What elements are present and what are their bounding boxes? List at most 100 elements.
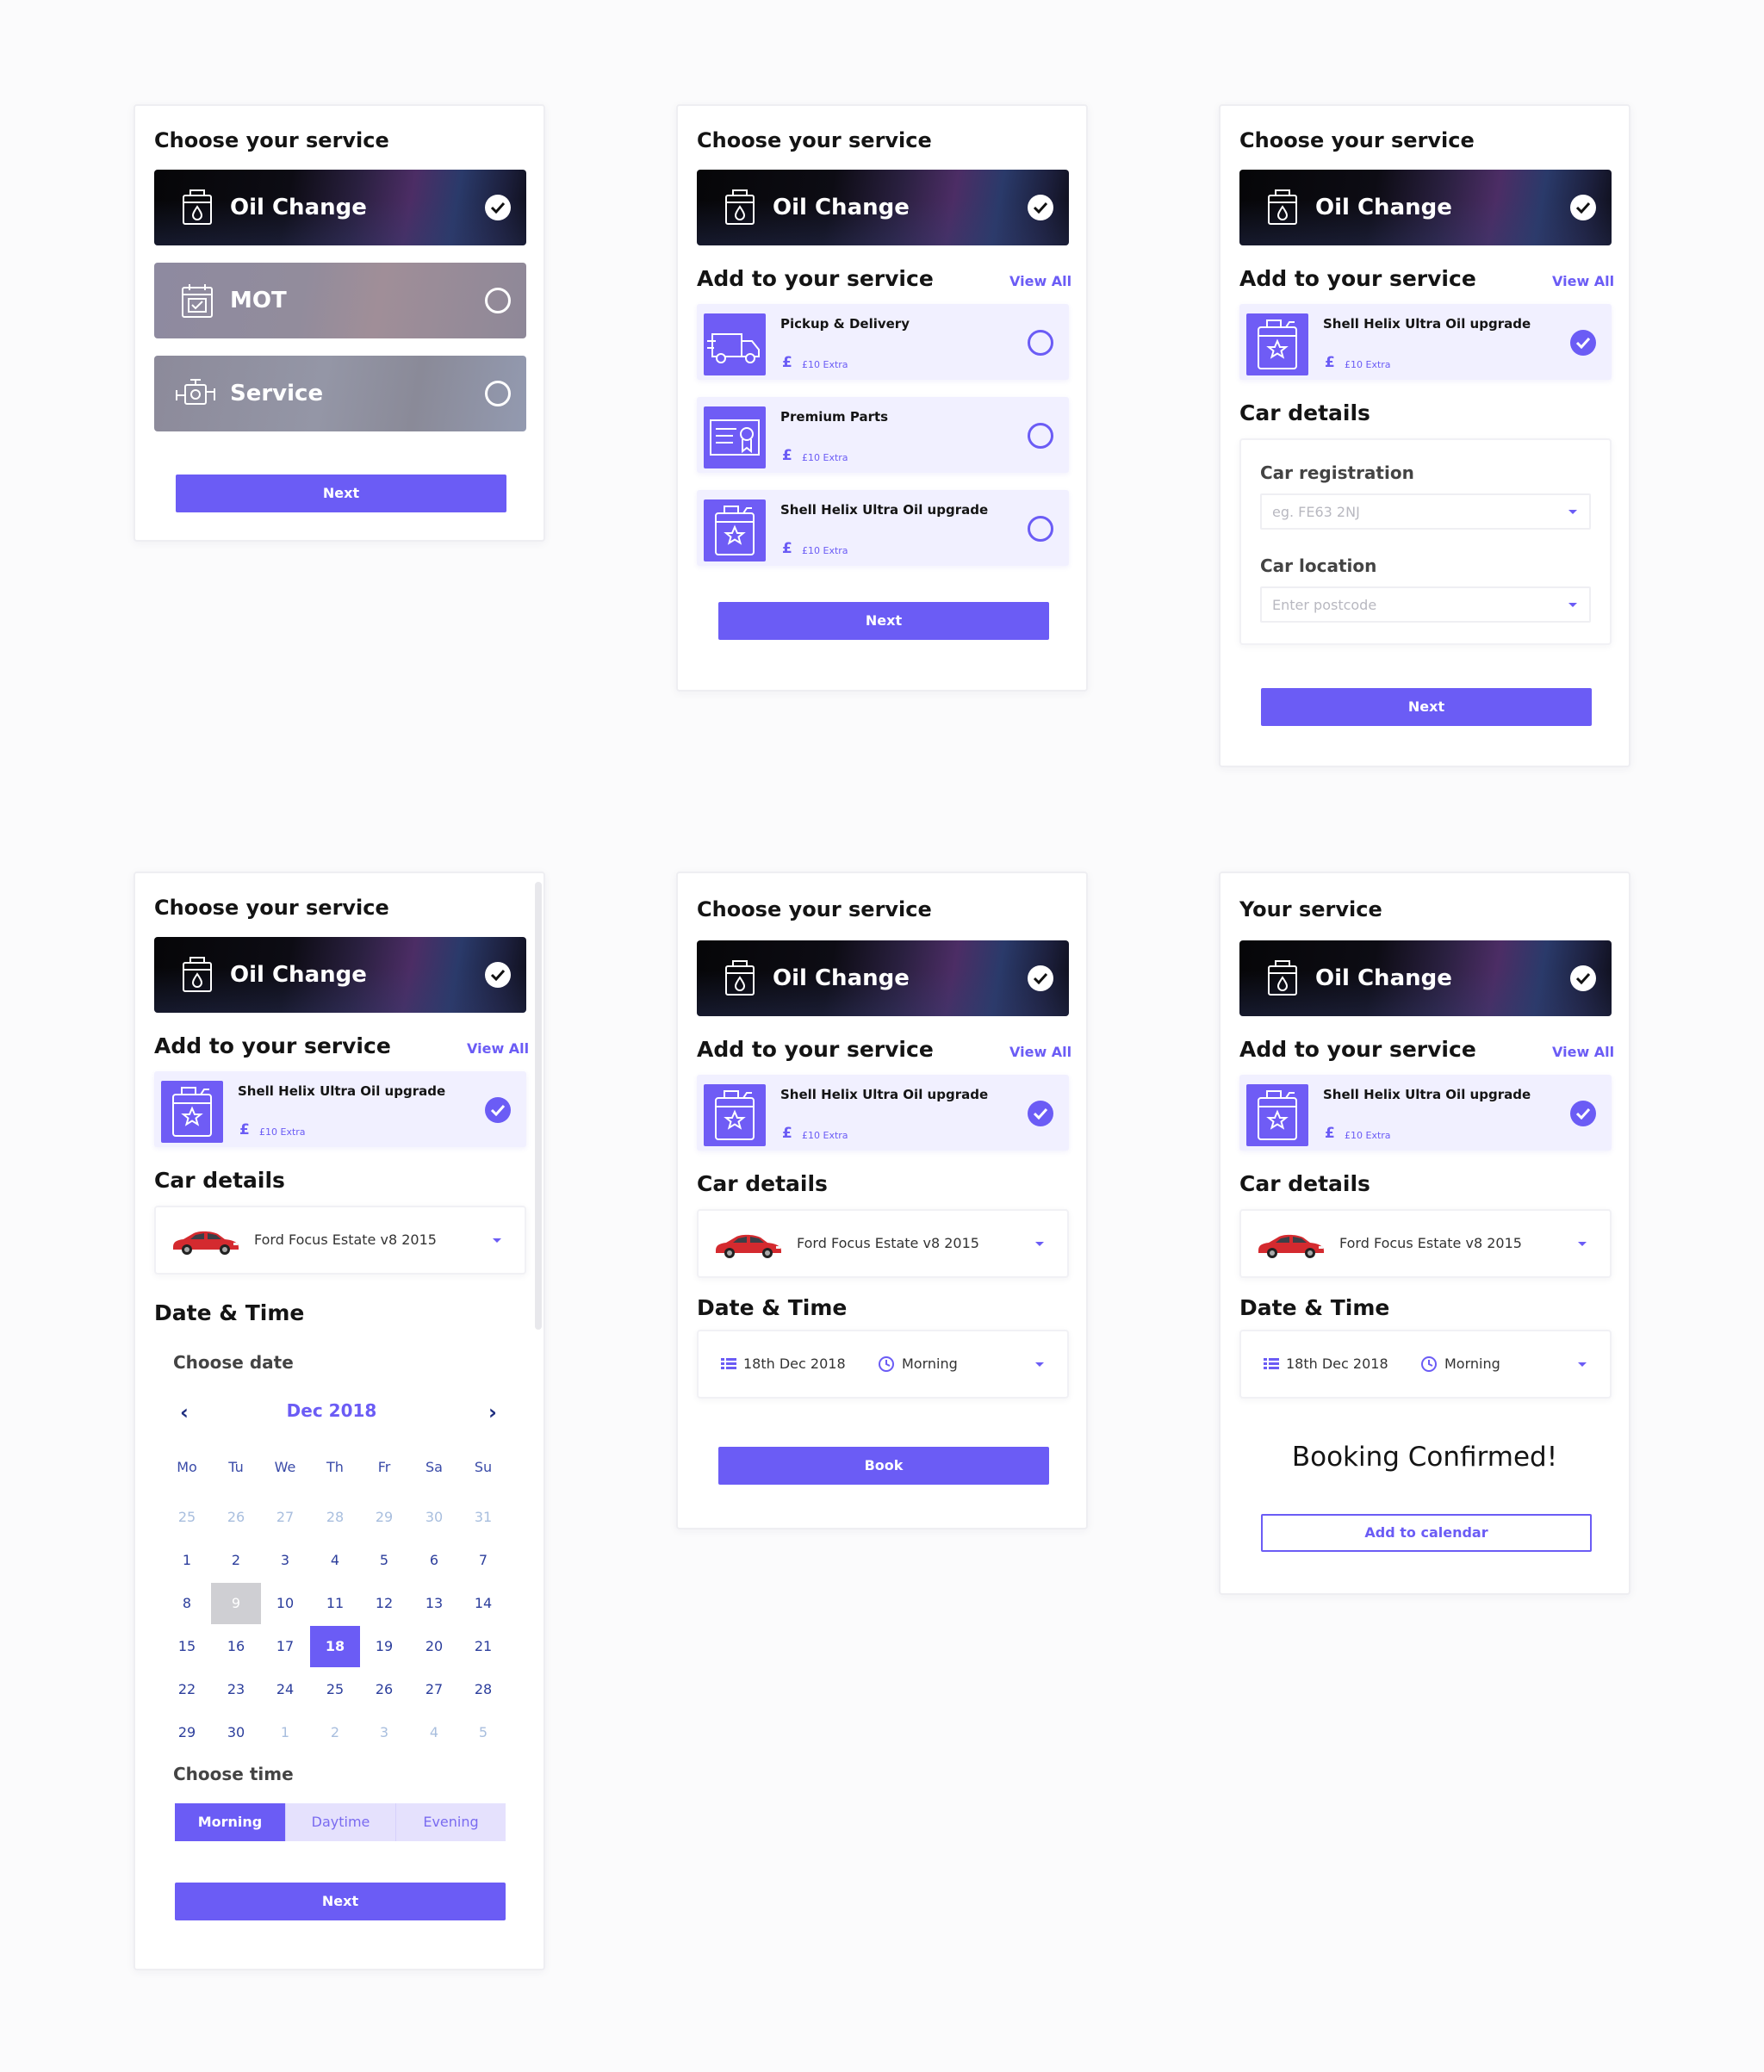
check-icon[interactable] — [1570, 330, 1596, 356]
calendar-day[interactable]: 3 — [268, 1540, 302, 1581]
addon-name: Shell Helix Ultra Oil upgrade — [780, 502, 989, 518]
chevron-left-icon[interactable]: ‹ — [180, 1400, 189, 1424]
calendar-day[interactable]: 30 — [219, 1712, 253, 1753]
calendar-day[interactable]: 14 — [466, 1583, 500, 1624]
oil-can-icon — [180, 189, 214, 226]
booking-confirmed-message: Booking Confirmed! — [1291, 1442, 1558, 1473]
service-option-oil-change[interactable]: Oil Change — [154, 170, 526, 245]
pound-icon: £ — [1325, 354, 1335, 371]
next-button[interactable]: Next — [175, 1883, 506, 1920]
calendar-day[interactable]: 29 — [170, 1712, 204, 1753]
check-icon[interactable] — [1028, 1101, 1053, 1126]
service-label: Service — [230, 381, 324, 406]
add-to-calendar-button[interactable]: Add to calendar — [1261, 1514, 1592, 1552]
card-title: Your service — [1239, 897, 1382, 921]
choose-date-label: Choose date — [173, 1352, 294, 1373]
addon-name: Shell Helix Ultra Oil upgrade — [238, 1083, 446, 1099]
section-title: Car details — [697, 1171, 828, 1196]
calendar-day[interactable]: 20 — [417, 1626, 451, 1667]
calendar-day[interactable]: 18 — [310, 1626, 360, 1667]
calendar-day[interactable]: 6 — [417, 1540, 451, 1581]
calendar-day[interactable]: 4 — [318, 1540, 352, 1581]
time-option-evening[interactable]: Evening — [395, 1803, 506, 1841]
calendar-day[interactable]: 21 — [466, 1626, 500, 1667]
calendar-day[interactable]: 11 — [318, 1583, 352, 1624]
car-name: Ford Focus Estate v8 2015 — [1339, 1235, 1522, 1251]
booking-date: 18th Dec 2018 — [1286, 1355, 1388, 1372]
card-title: Choose your service — [697, 128, 932, 152]
book-button[interactable]: Book — [718, 1447, 1049, 1485]
service-option-mot[interactable]: MOT — [154, 263, 526, 338]
next-button[interactable]: Next — [718, 602, 1049, 640]
service-step-card: Choose your service Oil Change MOT Servi… — [134, 104, 545, 542]
car-select[interactable]: Ford Focus Estate v8 2015 — [1239, 1209, 1612, 1278]
service-option-oil-change[interactable]: Oil Change — [154, 937, 526, 1013]
scrollbar[interactable] — [535, 882, 542, 1330]
check-icon — [1570, 965, 1596, 991]
next-button[interactable]: Next — [176, 475, 506, 512]
pound-icon: £ — [782, 447, 792, 464]
addon-shell-helix[interactable]: Shell Helix Ultra Oil upgrade £ £10 Extr… — [697, 1075, 1069, 1151]
booking-date: 18th Dec 2018 — [743, 1355, 846, 1372]
check-icon[interactable] — [485, 1097, 511, 1123]
calendar-day[interactable]: 25 — [318, 1669, 352, 1710]
service-label: Oil Change — [773, 195, 910, 220]
service-option-oil-change[interactable]: Oil Change — [697, 940, 1069, 1016]
chevron-right-icon[interactable]: › — [488, 1400, 497, 1424]
addon-shell-helix[interactable]: Shell Helix Ultra Oil upgrade £ £10 Extr… — [1239, 1075, 1612, 1151]
date-time-select[interactable]: 18th Dec 2018 Morning — [1239, 1330, 1612, 1399]
postcode-field[interactable]: Enter postcode — [1260, 586, 1591, 623]
calendar-day[interactable]: 27 — [417, 1669, 451, 1710]
calendar-day[interactable]: 10 — [268, 1583, 302, 1624]
calendar-day[interactable]: 22 — [170, 1669, 204, 1710]
card-title: Choose your service — [1239, 128, 1475, 152]
calendar-day-outside: 1 — [280, 1724, 290, 1740]
view-all-link[interactable]: View All — [1552, 273, 1614, 289]
service-option-oil-change[interactable]: Oil Change — [1239, 940, 1612, 1016]
calendar-day[interactable]: 12 — [367, 1583, 401, 1624]
calendar-day[interactable]: 1 — [170, 1540, 204, 1581]
view-all-link[interactable]: View All — [1552, 1044, 1614, 1060]
addon-shell-helix[interactable]: Shell Helix Ultra Oil upgrade £ £10 Extr… — [1239, 304, 1612, 380]
registration-field[interactable]: eg. FE63 2NJ — [1260, 493, 1591, 530]
view-all-link[interactable]: View All — [1009, 1044, 1071, 1060]
calendar-day[interactable]: 5 — [367, 1540, 401, 1581]
calendar-day[interactable]: 23 — [219, 1669, 253, 1710]
calendar-day[interactable]: 15 — [170, 1626, 204, 1667]
chevron-down-icon — [1568, 510, 1577, 514]
next-button[interactable]: Next — [1261, 688, 1592, 726]
car-select[interactable]: Ford Focus Estate v8 2015 — [697, 1209, 1069, 1278]
addon-shell-helix[interactable]: Shell Helix Ultra Oil upgrade £ £10 Extr… — [697, 490, 1069, 566]
radio-icon[interactable] — [1028, 423, 1053, 449]
calendar-day[interactable]: 13 — [417, 1583, 451, 1624]
check-icon — [485, 962, 511, 988]
service-option-service[interactable]: Service — [154, 356, 526, 431]
addon-price: £10 Extra — [1345, 1130, 1391, 1141]
check-icon[interactable] — [1570, 1101, 1596, 1126]
addon-shell-helix[interactable]: Shell Helix Ultra Oil upgrade £ £10 Extr… — [154, 1071, 526, 1147]
calendar-day[interactable]: 17 — [268, 1626, 302, 1667]
date-time-select[interactable]: 18th Dec 2018 Morning — [697, 1330, 1069, 1399]
calendar-day[interactable]: 26 — [367, 1669, 401, 1710]
calendar-day[interactable]: 16 — [219, 1626, 253, 1667]
calendar-day[interactable]: 28 — [466, 1669, 500, 1710]
calendar-day[interactable]: 19 — [367, 1626, 401, 1667]
time-option-morning[interactable]: Morning — [175, 1803, 285, 1841]
time-option-daytime[interactable]: Daytime — [285, 1803, 395, 1841]
view-all-link[interactable]: View All — [1009, 273, 1071, 289]
calendar-day[interactable]: 2 — [219, 1540, 253, 1581]
calendar-day[interactable]: 24 — [268, 1669, 302, 1710]
calendar-day[interactable]: 8 — [170, 1583, 204, 1624]
calendar-day[interactable]: 7 — [466, 1540, 500, 1581]
addon-pickup-delivery[interactable]: Pickup & Delivery £ £10 Extra — [697, 304, 1069, 380]
radio-icon[interactable] — [1028, 516, 1053, 542]
view-all-link[interactable]: View All — [467, 1040, 529, 1057]
section-title: Add to your service — [1239, 1037, 1476, 1062]
check-icon — [1028, 195, 1053, 220]
addon-premium-parts[interactable]: Premium Parts £ £10 Extra — [697, 397, 1069, 473]
service-option-oil-change[interactable]: Oil Change — [697, 170, 1069, 245]
radio-icon[interactable] — [1028, 330, 1053, 356]
service-option-oil-change[interactable]: Oil Change — [1239, 170, 1612, 245]
car-select[interactable]: Ford Focus Estate v8 2015 — [154, 1206, 526, 1275]
section-title: Add to your service — [697, 266, 934, 291]
